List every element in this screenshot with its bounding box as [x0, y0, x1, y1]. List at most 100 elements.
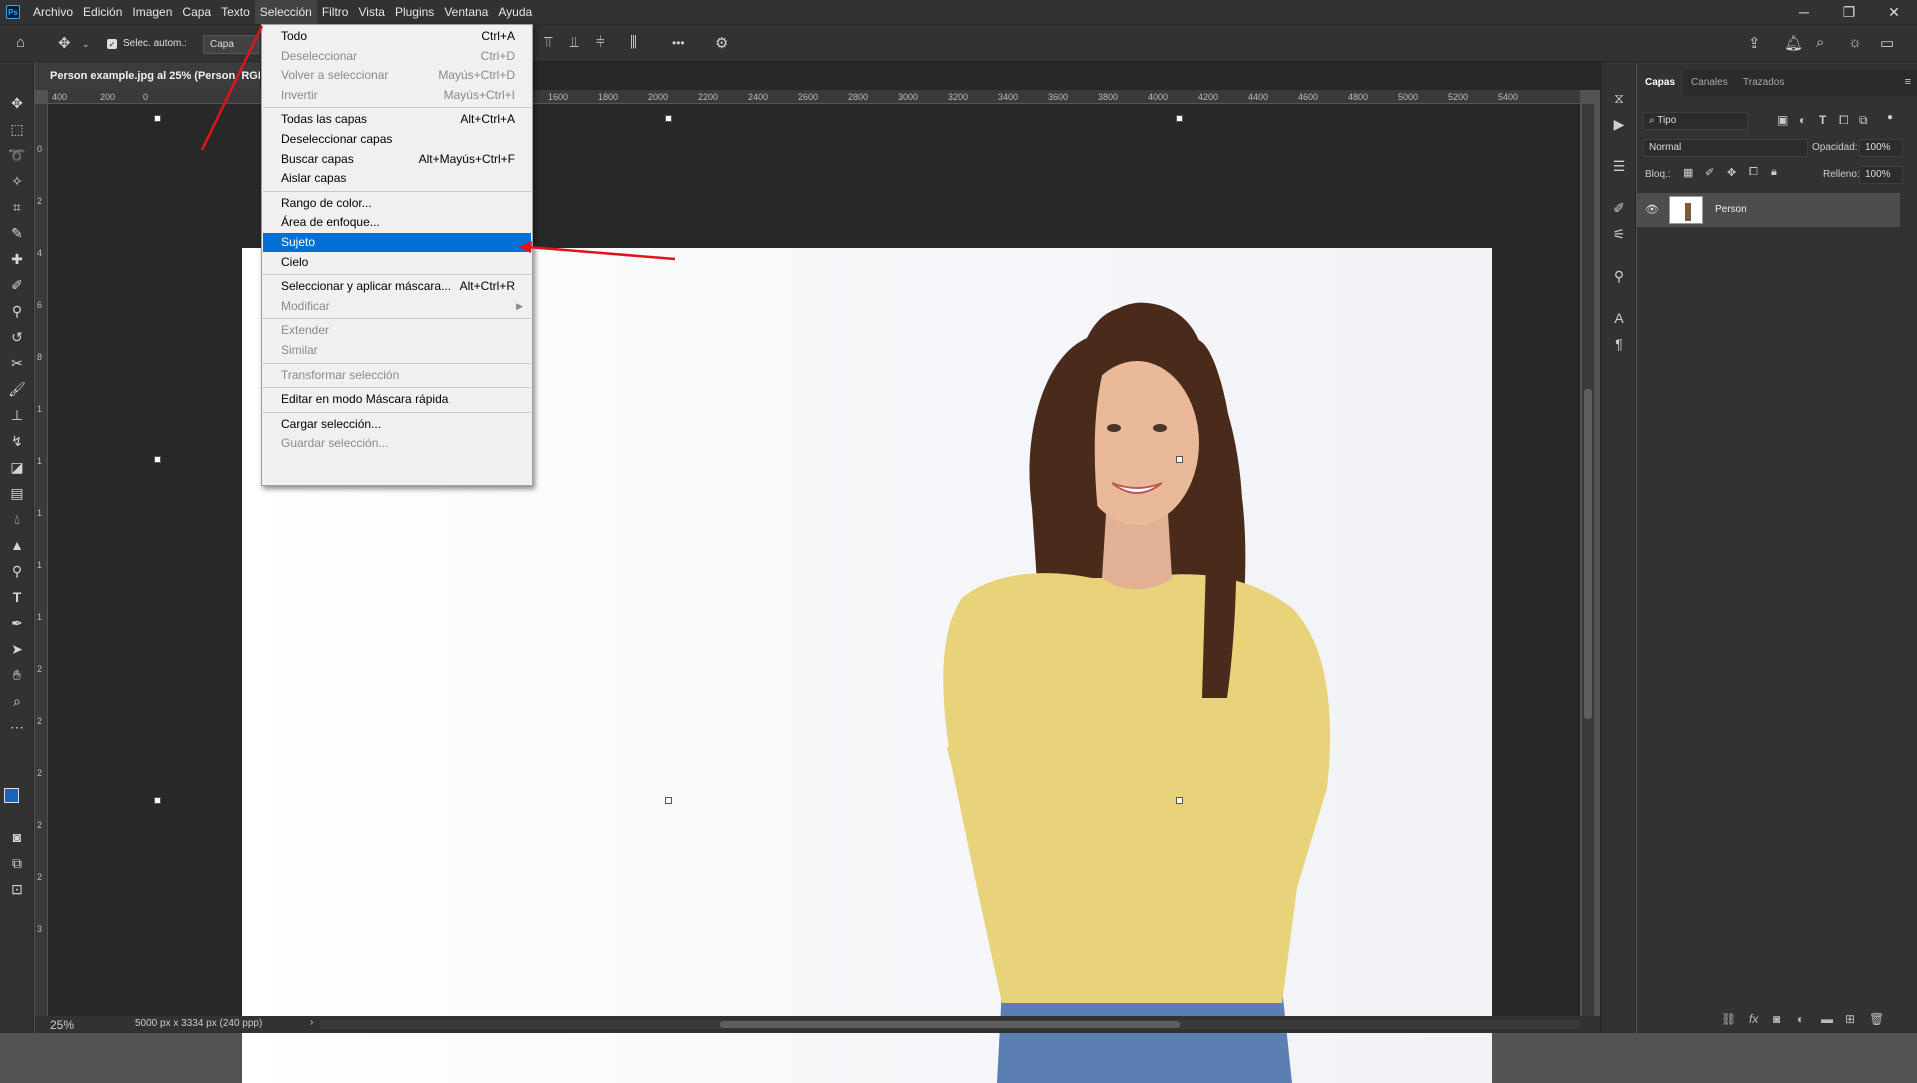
transform-handle-tl[interactable] — [154, 115, 161, 122]
menu-item-similar[interactable]: Similar — [263, 341, 531, 360]
transform-handle-bl[interactable] — [154, 797, 161, 804]
align-middle-icon[interactable]: ⫫ — [570, 34, 578, 51]
transform-handle-r[interactable] — [1176, 456, 1183, 463]
panel-menu-icon[interactable]: ≡ — [1905, 76, 1911, 88]
history-brush-icon[interactable]: ↺ — [6, 326, 28, 348]
menu-ventana[interactable]: Ventana — [439, 0, 493, 24]
gradient-icon[interactable]: ▤ — [6, 482, 28, 504]
menu-imagen[interactable]: Imagen — [127, 0, 177, 24]
menu-item-sujeto[interactable]: Sujeto — [263, 233, 531, 252]
transform-handle-br[interactable] — [1176, 797, 1183, 804]
menu-item-cargar-selección[interactable]: Cargar selección... — [263, 415, 531, 434]
transform-handle-tr[interactable] — [1176, 115, 1183, 122]
move-icon[interactable]: ✥ — [6, 92, 28, 114]
home-icon[interactable]: ⌂ — [16, 34, 25, 51]
frame-icon[interactable]: ⊡ — [6, 878, 28, 900]
filter-pixel-icon[interactable]: ▣ — [1777, 113, 1788, 127]
filter-adjustment-icon[interactable]: ◐ — [1799, 113, 1806, 127]
menu-texto[interactable]: Texto — [216, 0, 255, 24]
crop-icon[interactable]: ⌗ — [6, 196, 28, 218]
transform-handle-b[interactable] — [665, 797, 672, 804]
menu-vista[interactable]: Vista — [353, 0, 389, 24]
layer-style-fx-icon[interactable]: fx — [1749, 1012, 1758, 1026]
lock-artboard-icon[interactable]: ⧠ — [1749, 166, 1758, 179]
menu-item-deseleccionar[interactable]: Deseleccionar Ctrl+D — [263, 47, 531, 66]
fill-field[interactable]: 100% — [1859, 166, 1903, 184]
align-bottom-icon[interactable]: ⫩ — [596, 34, 605, 51]
magic-wand-icon[interactable]: ✧ — [6, 170, 28, 192]
history-panel-icon[interactable]: ⧖ — [1609, 88, 1629, 108]
auto-select-dropdown[interactable]: Capa — [203, 35, 259, 54]
menu-item-buscar-capas[interactable]: Buscar capas Alt+Mayús+Ctrl+F — [263, 150, 531, 169]
menu-item-todas-las-capas[interactable]: Todas las capas Alt+Ctrl+A — [263, 110, 531, 129]
brushes-icon[interactable]: ⚟ — [1609, 224, 1629, 244]
menu-item-invertir[interactable]: Invertir Mayús+Ctrl+I — [263, 86, 531, 105]
restore-button[interactable]: ❐ — [1826, 0, 1872, 24]
adjustments-icon[interactable]: ☰ — [1609, 156, 1629, 176]
more-options-icon[interactable]: ••• — [672, 36, 685, 50]
filter-shape-icon[interactable]: ⧠ — [1839, 113, 1849, 128]
spot-healing-icon[interactable]: ✚ — [6, 248, 28, 270]
menu-item-transformar-selección[interactable]: Transformar selección — [263, 366, 531, 385]
layer-name[interactable]: Person — [1715, 204, 1747, 215]
close-button[interactable]: ✕ — [1871, 0, 1917, 24]
brush-settings-icon[interactable]: ✐ — [1609, 198, 1629, 218]
lock-image-icon[interactable]: ✐ — [1705, 166, 1714, 179]
menu-filtro[interactable]: Filtro — [317, 0, 354, 24]
clone-source-icon[interactable]: ⚲ — [1609, 266, 1629, 286]
menu-item-volver-a-seleccionar[interactable]: Volver a seleccionar Mayús+Ctrl+D — [263, 66, 531, 85]
transform-handle-t[interactable] — [665, 115, 672, 122]
brush-icon[interactable]: ✐ — [6, 274, 28, 296]
workspace-icon[interactable]: ▭ — [1880, 34, 1894, 52]
foreground-color-swatch[interactable] — [4, 788, 19, 803]
screen-mode-icon[interactable]: ⧉ — [6, 852, 28, 874]
menu-capa[interactable]: Capa — [177, 0, 216, 24]
lock-transparent-icon[interactable]: ▦ — [1683, 166, 1693, 179]
menu-seleccion[interactable]: Selección — [254, 0, 317, 24]
filter-smart-object-icon[interactable]: ⧉ — [1859, 113, 1868, 128]
link-layers-icon[interactable]: ⛓ — [1721, 1012, 1736, 1026]
dodge-icon[interactable]: ⚲ — [6, 560, 28, 582]
visibility-eye-icon[interactable]: 👁︎ — [1645, 203, 1659, 216]
paragraph-panel-icon[interactable]: ¶ — [1609, 334, 1629, 354]
settings-gear-icon[interactable]: ⚙ — [715, 34, 728, 52]
more-tools-icon[interactable]: ⋯ — [6, 716, 28, 738]
adjustment-layer-icon[interactable]: ◐ — [1797, 1012, 1804, 1026]
notifications-bell-icon[interactable]: 🔔︎ — [1784, 34, 1803, 52]
tab-capas[interactable]: Capas — [1637, 70, 1684, 96]
distribute-icon[interactable]: ⫼ — [630, 34, 637, 51]
move-tool-icon[interactable]: ✥ — [58, 34, 71, 52]
sharpen-icon[interactable]: ▲ — [6, 534, 28, 556]
menu-item-aislar-capas[interactable]: Aislar capas — [263, 169, 531, 188]
path-selection-icon[interactable]: ➤ — [6, 638, 28, 660]
discover-lightbulb-icon[interactable]: ☼ — [1848, 34, 1862, 51]
eraser-icon[interactable]: ✂ — [6, 352, 28, 374]
delete-layer-icon[interactable]: 🗑︎ — [1869, 1012, 1884, 1026]
menu-edicion[interactable]: Edición — [78, 0, 127, 24]
menu-item-modificar[interactable]: Modificar ▶ — [263, 297, 531, 316]
character-panel-icon[interactable]: A — [1609, 308, 1629, 328]
new-group-icon[interactable]: ▬ — [1821, 1012, 1833, 1026]
eraser-tool-icon[interactable]: ◪ — [6, 456, 28, 478]
blend-mode-dropdown[interactable]: Normal — [1643, 139, 1808, 157]
tab-canales[interactable]: Canales — [1683, 70, 1736, 96]
menu-item-todo[interactable]: Todo Ctrl+A — [263, 27, 531, 46]
minimize-button[interactable]: ─ — [1781, 0, 1827, 24]
actions-play-icon[interactable]: ▶ — [1609, 114, 1629, 134]
stamp-icon[interactable]: ⊥ — [6, 404, 28, 426]
menu-item-área-de-enfoque[interactable]: Área de enfoque... — [263, 213, 531, 232]
eyedropper-icon[interactable]: ✎ — [6, 222, 28, 244]
lock-position-icon[interactable]: ✥ — [1727, 166, 1736, 179]
hand-icon[interactable]: ✋︎ — [6, 664, 28, 686]
auto-select-checkbox[interactable]: ✓ — [107, 39, 117, 49]
tool-preset-chevron-icon[interactable]: ⌄ — [82, 39, 90, 50]
filter-toggle-icon[interactable]: ● — [1887, 112, 1893, 123]
lock-all-icon[interactable]: 🔒︎ — [1771, 166, 1777, 179]
tab-trazados[interactable]: Trazados — [1735, 70, 1792, 96]
horizontal-scrollbar[interactable] — [320, 1020, 1580, 1029]
align-top-icon[interactable]: ⫪ — [544, 34, 552, 51]
zoom-level[interactable]: 25% — [50, 1018, 74, 1032]
menu-item-cielo[interactable]: Cielo — [263, 253, 531, 272]
art-history-icon[interactable]: ↯ — [6, 430, 28, 452]
vertical-scrollbar[interactable] — [1582, 104, 1594, 1016]
